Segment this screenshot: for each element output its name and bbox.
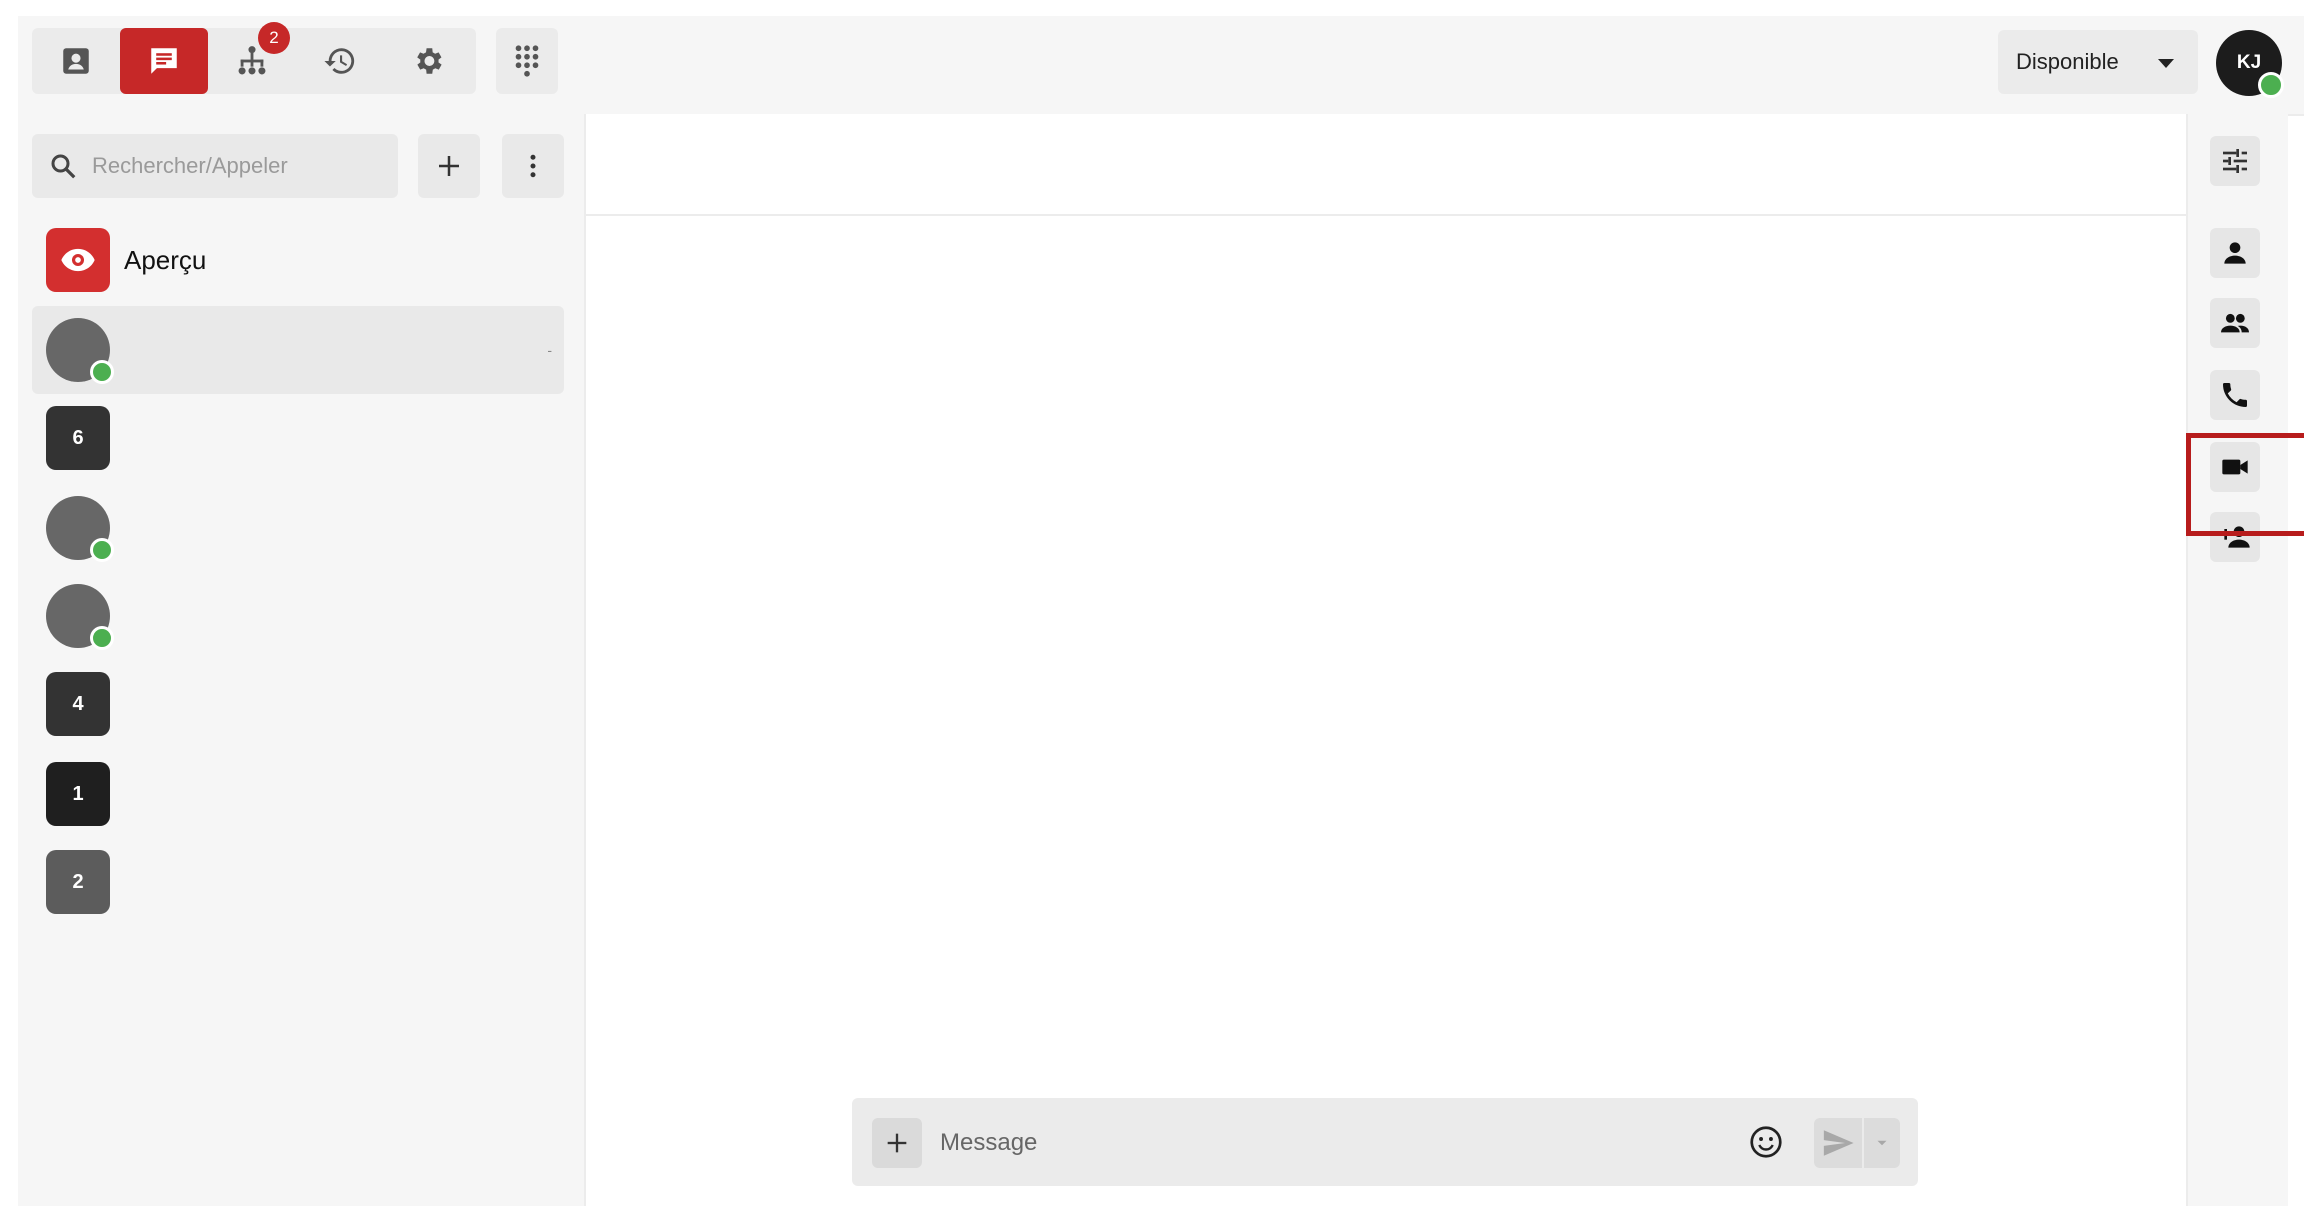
chevron-down-icon <box>2158 59 2174 68</box>
send-icon <box>1823 1130 1854 1156</box>
conversation-item[interactable]: 2 <box>46 850 110 914</box>
conversation-item[interactable]: 4 <box>46 672 110 736</box>
new-conversation-button[interactable] <box>418 134 480 198</box>
kebab-menu-icon <box>530 154 536 178</box>
add-person-icon <box>2220 526 2250 548</box>
status-dropdown[interactable]: Disponible <box>1998 30 2198 94</box>
send-options-button[interactable] <box>1864 1118 1900 1168</box>
group-count-avatar: 6 <box>46 406 110 470</box>
plus-icon <box>439 156 459 176</box>
contact-card-icon <box>63 48 89 74</box>
conversation-item[interactable]: 6 <box>46 406 110 470</box>
conversation-item[interactable] <box>46 496 114 562</box>
history-icon <box>324 48 355 74</box>
group-count-avatar: 1 <box>46 762 110 826</box>
app-window: 2 Disponible KJ Rechercher/Appeler Aperç… <box>18 16 2304 1206</box>
online-status-dot <box>90 360 114 384</box>
contact-details-button[interactable] <box>2210 228 2260 278</box>
group-count-avatar: 4 <box>46 672 110 736</box>
online-status-dot <box>2258 72 2284 98</box>
chevron-down-icon <box>1877 1140 1887 1146</box>
search-icon <box>51 154 76 179</box>
conversation-item[interactable]: 1 <box>46 762 110 826</box>
apercu-item[interactable]: Aperçu <box>46 228 206 292</box>
nav-history-button[interactable] <box>296 28 384 94</box>
dialpad-icon <box>515 45 539 77</box>
message-composer <box>852 1098 1918 1186</box>
search-input[interactable] <box>90 152 384 180</box>
avatar <box>46 318 114 384</box>
conversation-dash: - <box>547 342 552 358</box>
audio-call-button[interactable] <box>2210 370 2260 420</box>
conversation-item-selected[interactable]: - <box>32 306 564 394</box>
person-icon <box>2224 242 2246 264</box>
group-count-avatar: 2 <box>46 850 110 914</box>
smiley-icon <box>1750 1126 1782 1158</box>
add-participant-button[interactable] <box>2210 512 2260 562</box>
online-status-dot <box>90 538 114 562</box>
dialpad-button[interactable] <box>496 28 558 94</box>
status-label: Disponible <box>2016 49 2119 74</box>
eye-icon <box>46 228 110 292</box>
more-options-button[interactable] <box>502 134 564 198</box>
participants-button[interactable] <box>2210 298 2260 348</box>
right-action-rail <box>2186 114 2288 1206</box>
attach-button[interactable] <box>872 1118 922 1168</box>
group-icon <box>2221 313 2249 333</box>
search-box[interactable] <box>32 134 398 198</box>
avatar <box>46 496 114 562</box>
user-initials: KJ <box>2236 52 2262 73</box>
send-button[interactable] <box>1814 1118 1862 1168</box>
user-avatar[interactable]: KJ <box>2216 30 2284 98</box>
chat-icon <box>151 48 177 74</box>
main-nav: 2 <box>32 22 476 94</box>
emoji-button[interactable] <box>1746 1122 1786 1162</box>
message-input[interactable] <box>938 1120 1702 1166</box>
filter-icon <box>2223 149 2247 173</box>
conversation-sidebar: Aperçu - 6 4 1 2 <box>18 114 586 1206</box>
chat-header <box>586 114 2204 216</box>
notification-badge: 2 <box>258 22 290 54</box>
video-camera-icon <box>2222 459 2248 475</box>
filter-button[interactable] <box>2210 136 2260 186</box>
apercu-label: Aperçu <box>124 244 207 275</box>
nav-contacts-button[interactable] <box>32 28 120 94</box>
gear-icon <box>417 48 442 74</box>
conversation-item[interactable] <box>46 318 114 384</box>
online-status-dot <box>90 626 114 650</box>
plus-icon <box>887 1133 907 1153</box>
avatar <box>46 584 114 650</box>
video-call-button[interactable] <box>2210 442 2260 492</box>
nav-settings-button[interactable] <box>384 28 472 94</box>
nav-messages-button[interactable] <box>120 28 208 94</box>
phone-icon <box>2223 383 2247 407</box>
top-bar: 2 Disponible KJ <box>18 16 2304 116</box>
conversation-item[interactable] <box>46 584 114 650</box>
